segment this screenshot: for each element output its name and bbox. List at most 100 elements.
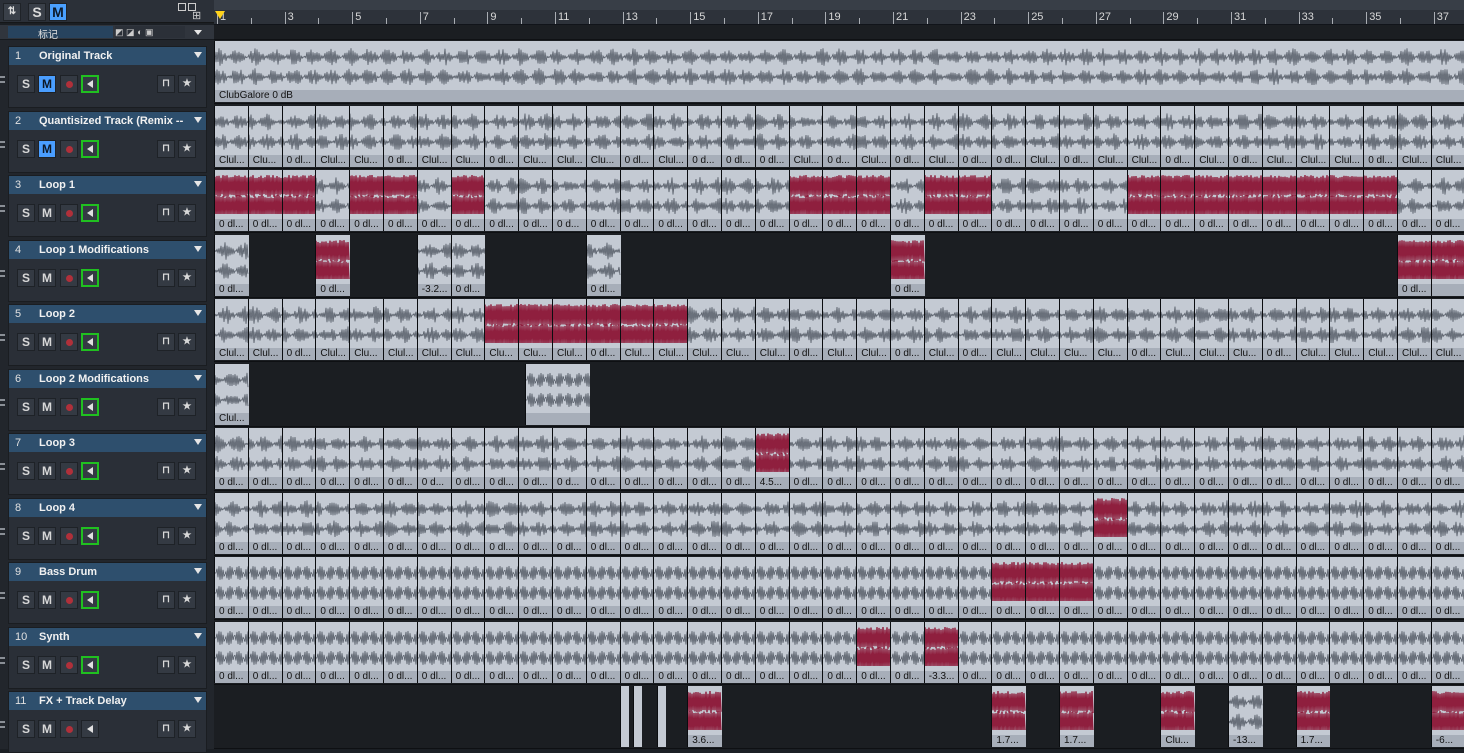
audio-clip[interactable]: 0 dl... [383,170,418,231]
audio-clip[interactable]: 0 dl... [721,492,756,554]
audio-clip[interactable]: 0 dl... [518,621,553,683]
audio-clip[interactable]: Clu... [518,105,553,167]
monitor-button[interactable] [81,397,99,416]
audio-clip[interactable]: 0 dl... [247,621,283,683]
marker-dropdown-icon[interactable] [194,30,202,35]
track-title-bar[interactable]: 7 Loop 3 [9,434,206,452]
track-header[interactable]: 4 Loop 1 Modifications S M ⊓ ★ [8,239,207,302]
track-menu-dropdown-icon[interactable] [194,374,202,381]
track-name[interactable]: Synth [39,631,184,643]
audio-clip[interactable]: 0 dl... [484,557,520,618]
audio-clip[interactable]: 0 dl... [484,621,520,683]
audio-clip[interactable]: 0 dl... [1126,492,1162,554]
audio-clip[interactable]: 0 dl... [1397,234,1432,296]
track-favorite-button[interactable]: ★ [178,591,196,609]
monitor-button[interactable] [81,268,99,287]
track-mute-button[interactable]: M [38,204,56,222]
track-menu-dropdown-icon[interactable] [194,310,202,316]
audio-clip[interactable]: 0 dl... [923,170,959,231]
audio-clip[interactable]: 0 dl... [1126,170,1162,231]
audio-clip[interactable]: 0 dl... [484,428,520,489]
audio-clip-slice[interactable] [633,686,643,747]
audio-clip[interactable]: Clul... [1092,105,1128,167]
audio-clip[interactable]: 0 dl... [619,170,655,231]
audio-clip-slice[interactable] [656,686,666,747]
audio-clip[interactable]: 0 dl... [315,492,351,554]
record-arm-button[interactable] [60,268,78,287]
track-lock-button[interactable]: ⊓ [157,720,175,738]
audio-clip[interactable]: 0 dl... [822,492,858,554]
audio-clip[interactable]: 0 d... [822,105,858,167]
audio-clip-slice[interactable] [619,686,629,747]
track-title-bar[interactable]: 9 Bass Drum [9,563,206,581]
audio-clip[interactable]: 0 dl... [214,621,249,683]
audio-clip[interactable]: 0 dl... [788,557,824,618]
track-grip-icon[interactable] [0,397,5,409]
audio-clip[interactable]: 0 dl... [1059,557,1094,618]
audio-clip[interactable]: 0 dl... [1430,428,1464,489]
audio-clip[interactable]: 0 dl... [1329,170,1365,231]
audio-clip[interactable]: 0 dl... [1397,170,1432,231]
audio-clip[interactable]: 0 dl... [721,621,756,683]
track-menu-dropdown-icon[interactable] [194,632,202,639]
audio-clip[interactable]: 0 dl... [1363,621,1398,683]
record-arm-button[interactable] [60,204,78,222]
audio-clip[interactable]: 0 dl... [822,428,858,489]
track-header[interactable]: 3 Loop 1 S M ⊓ ★ [8,175,207,237]
track-title-bar[interactable]: 5 Loop 2 [9,305,206,323]
audio-clip[interactable]: 0 dl... [890,105,925,167]
audio-clip[interactable]: 0 dl... [349,170,384,231]
track-lock-button[interactable]: ⊓ [157,462,175,480]
audio-clip[interactable]: 0 dl... [687,557,722,618]
audio-clip[interactable]: 0 dl... [518,428,553,489]
audio-clip[interactable]: Clul... [687,299,722,360]
audio-clip[interactable]: Clul... [214,299,249,360]
track-solo-button[interactable]: S [17,591,35,609]
audio-clip[interactable]: Clul... [1397,105,1432,167]
audio-clip[interactable]: 0 dl... [1363,105,1398,167]
audio-clip[interactable]: Clu... [349,299,384,360]
audio-clip[interactable]: 0 dl... [754,557,790,618]
audio-clip[interactable]: Clu... [518,299,553,360]
track-header[interactable]: 5 Loop 2 S M ⊓ ★ [8,304,207,366]
track-mute-button[interactable]: M [38,655,56,674]
track-menu-dropdown-icon[interactable] [194,503,202,510]
audio-clip[interactable]: Clul... [1295,105,1331,167]
audio-clip[interactable]: 0 dl... [281,557,317,618]
track-mute-button[interactable]: M [38,720,56,738]
track-grip-icon[interactable] [0,74,5,86]
audio-clip[interactable]: 0 dl... [1194,170,1229,231]
track-header[interactable]: 2 Quantisized Track (Remix -- S M ⊓ ★ [8,110,207,173]
record-arm-button[interactable] [60,720,78,738]
marker-search-icon[interactable]: ◐ [137,27,142,37]
audio-clip[interactable]: Clul... [450,299,486,360]
audio-clip[interactable]: 0 dl... [890,557,925,618]
audio-clip[interactable]: 0 dl... [450,234,486,296]
audio-clip[interactable]: 0 dl... [518,492,553,554]
track-name[interactable]: FX + Track Delay [39,695,184,707]
audio-clip[interactable]: 0 dl... [450,428,486,489]
audio-clip[interactable]: Clul... [416,105,452,167]
audio-clip[interactable]: 3.6... [687,686,722,747]
track-lock-button[interactable]: ⊓ [157,655,175,674]
audio-clip[interactable]: Clul... [653,105,689,167]
track-lock-button[interactable]: ⊓ [157,526,175,545]
track-menu-dropdown-icon[interactable] [194,245,202,252]
audio-clip[interactable]: -13... [1228,686,1263,747]
audio-clip[interactable]: Clu... [585,105,621,167]
audio-clip[interactable]: 0 dl... [1295,170,1331,231]
audio-clip[interactable]: 0 dl... [1059,492,1094,554]
audio-clip[interactable]: 0 dl... [1430,492,1464,554]
audio-clip[interactable]: 0 dl... [923,557,959,618]
audio-clip[interactable]: 0 dl... [890,299,925,360]
monitor-button[interactable] [81,526,99,545]
audio-clip[interactable]: Clul... [923,299,959,360]
monitor-button[interactable] [81,655,99,674]
record-arm-button[interactable] [60,75,78,93]
track-title-bar[interactable]: 6 Loop 2 Modifications [9,369,206,388]
audio-clip[interactable]: Clu... [1228,299,1263,360]
record-arm-button[interactable] [60,591,78,609]
track-mute-button[interactable]: M [38,333,56,351]
audio-clip[interactable]: 0 dl... [991,105,1027,167]
playhead-marker-icon[interactable] [215,11,225,19]
